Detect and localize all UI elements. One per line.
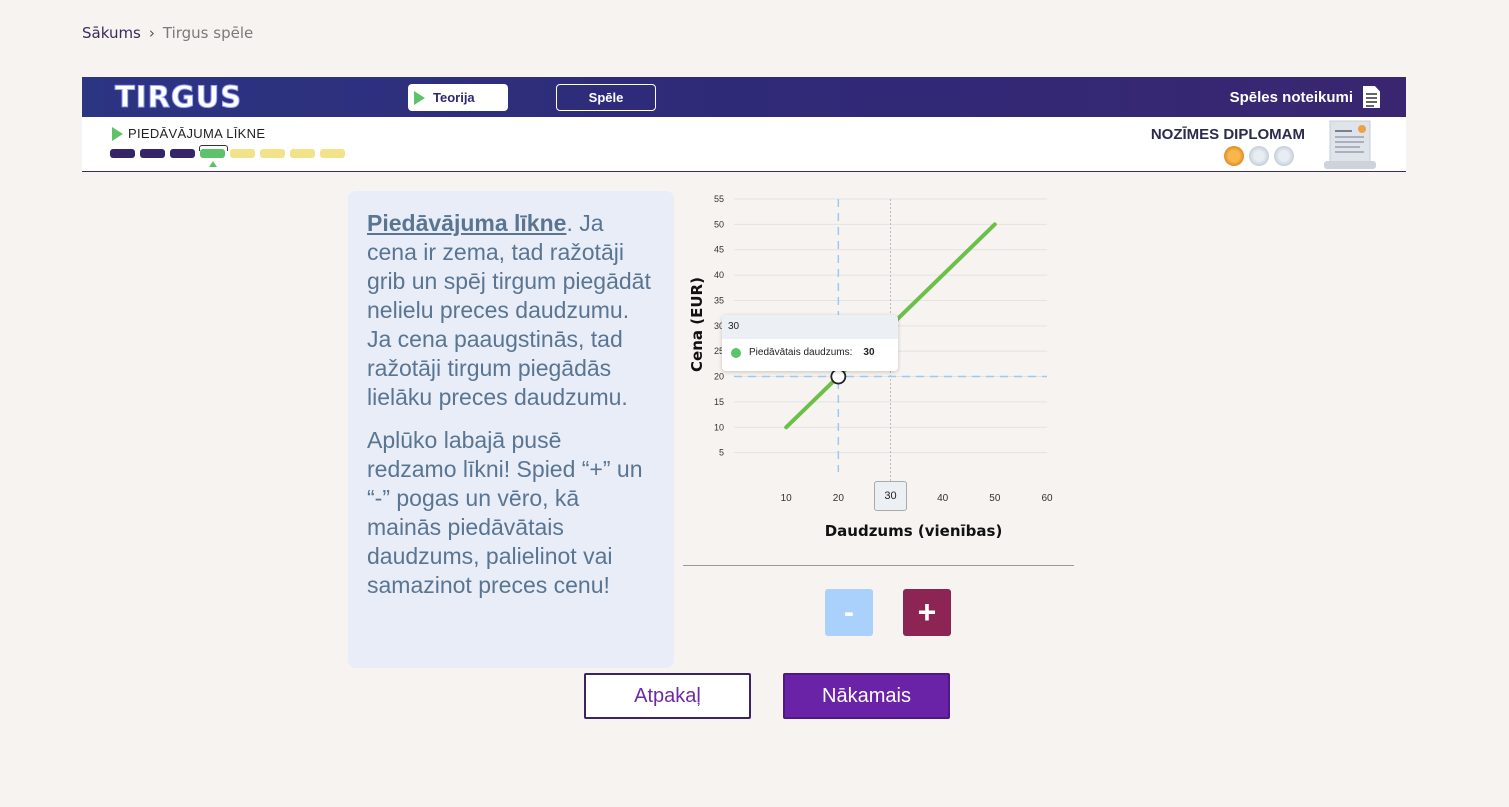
- y-tick-label: 5: [719, 448, 724, 458]
- breadcrumb-home-link[interactable]: Sākums: [82, 24, 141, 42]
- medal-icon: [1274, 146, 1294, 166]
- level-title: PIEDĀVĀJUMA LĪKNE: [112, 126, 265, 141]
- x-tick-label: 50: [989, 493, 1001, 504]
- game-rules-button[interactable]: Spēles noteikumi: [1230, 86, 1380, 108]
- y-tick-label: 55: [714, 194, 724, 204]
- tab-teorija[interactable]: Teorija: [408, 84, 508, 111]
- progress-step: [230, 149, 255, 158]
- level-bar: PIEDĀVĀJUMA LĪKNE NOZĪMES DIPLOMAM: [82, 117, 1406, 172]
- tooltip-label: Piedāvātais daudzums:: [749, 347, 853, 358]
- price-marker-point: [830, 368, 847, 385]
- diploma-scroll-icon: [1324, 120, 1376, 169]
- medal-icon: [1249, 146, 1269, 166]
- tab-spele[interactable]: Spēle: [556, 84, 656, 111]
- progress-step: [260, 149, 285, 158]
- x-cursor-label: 30: [874, 481, 907, 511]
- tooltip-value: 30: [863, 347, 875, 358]
- x-tick-label: 60: [1041, 493, 1053, 504]
- document-icon: [1363, 86, 1380, 108]
- chart-divider: [683, 565, 1074, 566]
- medal-row: [1224, 146, 1294, 166]
- x-tick-label: 40: [937, 493, 949, 504]
- decrease-price-button[interactable]: -: [825, 589, 873, 636]
- progress-step-current: [199, 145, 228, 167]
- breadcrumb-current: Tirgus spēle: [162, 24, 254, 42]
- y-tick-label: 40: [714, 270, 724, 280]
- diploma-title: NOZĪMES DIPLOMAM: [1150, 126, 1305, 143]
- series-dot-icon: [731, 347, 741, 358]
- level-title-text: PIEDĀVĀJUMA LĪKNE: [128, 126, 266, 141]
- x-tick-label: 20: [833, 493, 845, 504]
- y-tick-label: 45: [714, 245, 724, 255]
- tab-spele-label: Spēle: [588, 90, 624, 105]
- chart-tooltip: 30 Piedāvātais daudzums: 30: [722, 315, 898, 371]
- x-tick-label: 10: [781, 493, 793, 504]
- back-button[interactable]: Atpakaļ: [584, 673, 751, 719]
- play-triangle-icon: [414, 90, 425, 105]
- y-axis-label: Cena (EUR): [688, 277, 706, 372]
- tab-teorija-label: Teorija: [433, 90, 475, 105]
- y-tick-label: 10: [714, 422, 724, 432]
- tooltip-header: 30: [722, 315, 898, 339]
- x-axis-label: Daudzums (vienības): [825, 522, 1003, 540]
- level-progress: [110, 145, 345, 167]
- game-rules-label: Spēles noteikumi: [1229, 88, 1353, 106]
- y-tick-label: 15: [714, 397, 724, 407]
- progress-step: [290, 149, 315, 158]
- y-tick-label: 50: [714, 219, 724, 229]
- increase-price-button[interactable]: +: [903, 589, 951, 636]
- chevron-right-icon: ›: [148, 24, 155, 42]
- medal-icon-earned: [1224, 146, 1244, 166]
- breadcrumb: Sākums › Tirgus spēle: [82, 24, 253, 42]
- y-tick-label: 20: [714, 372, 724, 382]
- lesson-paragraph-1-text: . Ja cena ir zema, tad ražotāji grib un …: [367, 210, 651, 410]
- lesson-paragraph-1: Piedāvājuma līkne. Ja cena ir zema, tad …: [367, 209, 655, 412]
- game-header: TIRGUS Teorija Spēle Spēles noteikumi: [82, 77, 1406, 117]
- progress-step: [320, 149, 345, 158]
- lesson-term: Piedāvājuma līkne: [367, 210, 567, 236]
- progress-step: [140, 149, 165, 158]
- next-button[interactable]: Nākamais: [783, 673, 950, 719]
- lesson-text-card: Piedāvājuma līkne. Ja cena ir zema, tad …: [348, 191, 674, 668]
- tirgus-logo: TIRGUS: [114, 80, 243, 115]
- progress-step: [170, 149, 195, 158]
- lesson-paragraph-2: Aplūko labajā pusē redzamo līkni! Spied …: [367, 427, 643, 598]
- play-triangle-icon: [112, 126, 123, 141]
- y-tick-label: 35: [714, 295, 724, 305]
- progress-step: [110, 149, 135, 158]
